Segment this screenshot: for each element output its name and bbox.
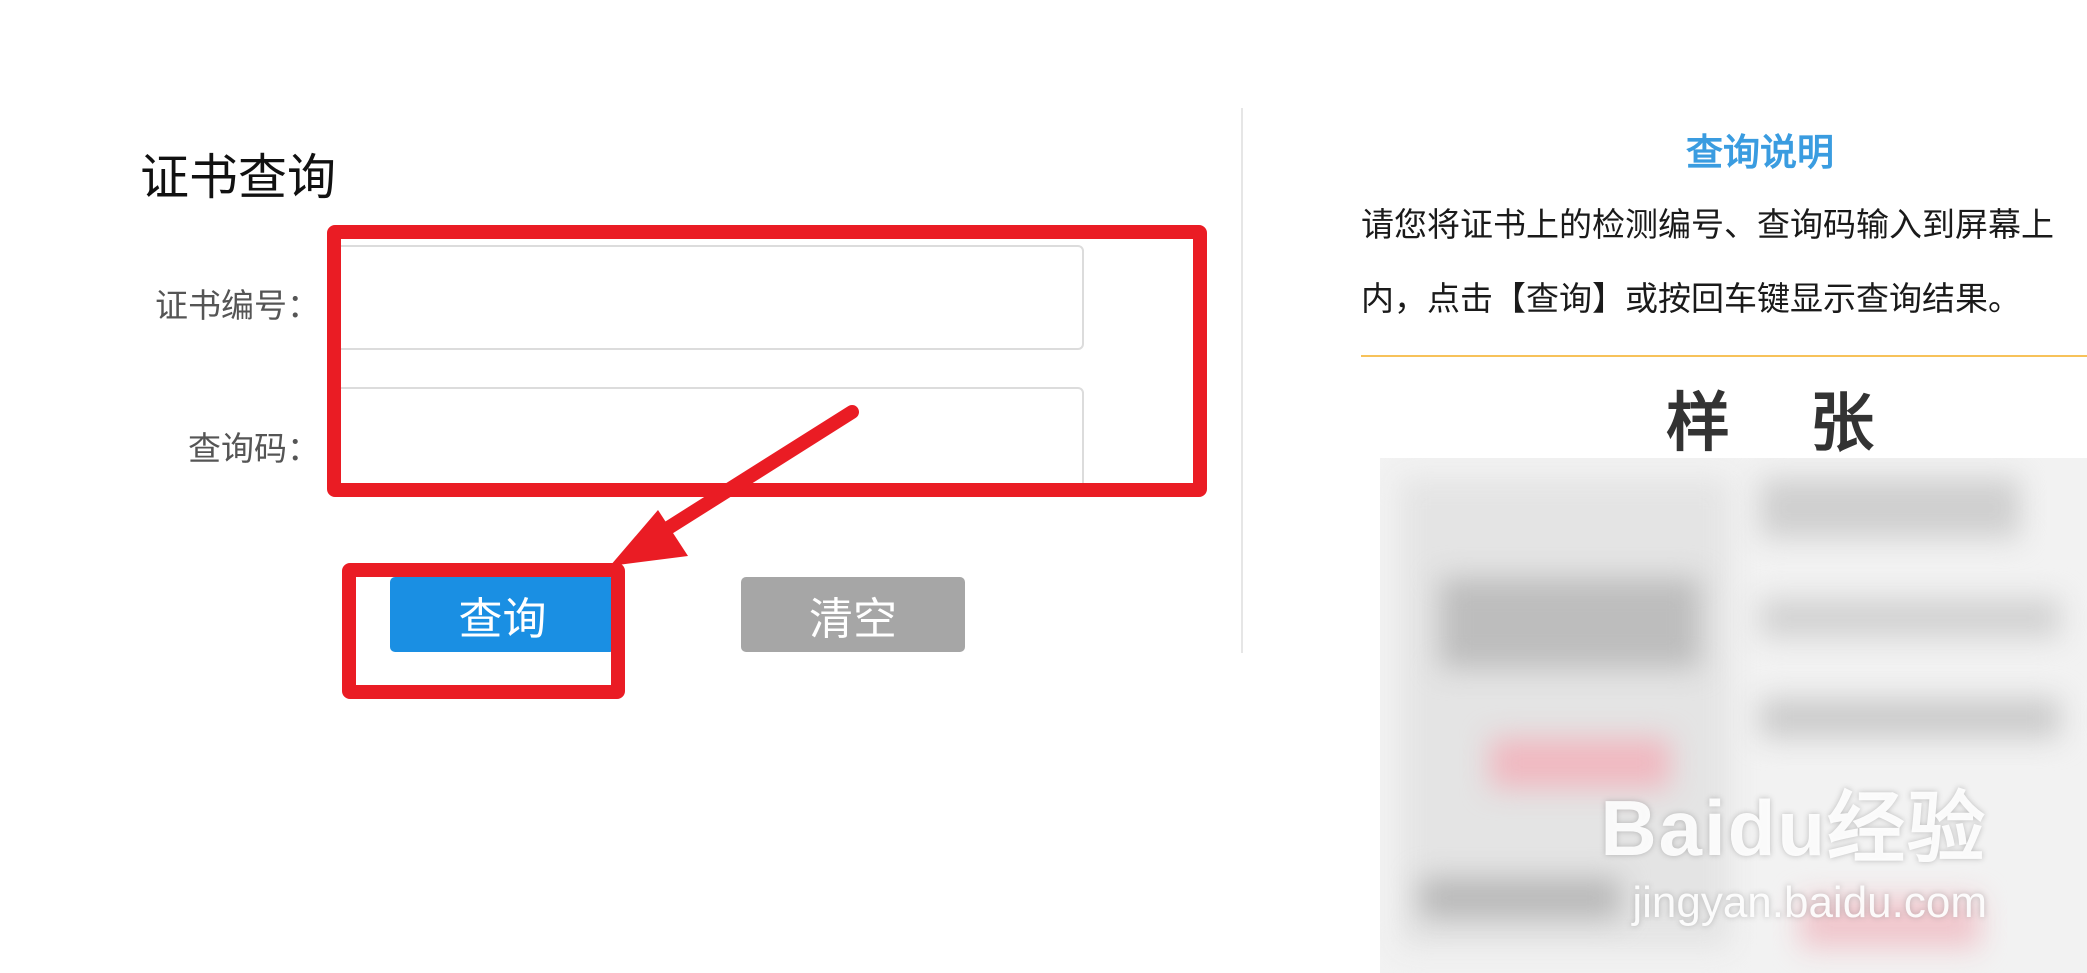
help-text-line-2: 内，点击【查询】或按回车键显示查询结果。	[1361, 279, 2021, 318]
sample-blur-block	[1760, 478, 2020, 538]
help-text: 请您将证书上的检测编号、查询码输入到屏幕上 内，点击【查询】或按回车键显示查询结…	[1361, 188, 2087, 336]
form-title: 证书查询	[140, 149, 337, 206]
help-title: 查询说明	[1686, 131, 1834, 174]
cert-number-input[interactable]	[328, 245, 1084, 350]
query-code-input[interactable]	[328, 387, 1084, 492]
sample-blur-block	[1760, 698, 2060, 738]
cert-number-label: 证书编号：	[155, 286, 320, 325]
query-button[interactable]: 查询	[390, 577, 615, 652]
panel-divider	[1241, 108, 1243, 653]
sample-title: 样张	[1666, 387, 1954, 461]
help-text-line-1: 请您将证书上的检测编号、查询码输入到屏幕上	[1361, 205, 2054, 244]
sample-blur-block	[1760, 598, 2060, 638]
sample-certificate-image: Baidu经验 jingyan.baidu.com	[1380, 458, 2087, 973]
sample-blur-block	[1420, 878, 1620, 918]
clear-button[interactable]: 清空	[741, 577, 965, 652]
baidu-watermark: Baidu经验 jingyan.baidu.com	[1600, 766, 1987, 928]
sample-blur-block	[1440, 578, 1700, 668]
help-divider	[1361, 355, 2087, 357]
watermark-logo: Baidu经验	[1600, 784, 1987, 872]
watermark-url: jingyan.baidu.com	[1632, 878, 1987, 927]
query-code-label: 查询码：	[188, 429, 320, 468]
